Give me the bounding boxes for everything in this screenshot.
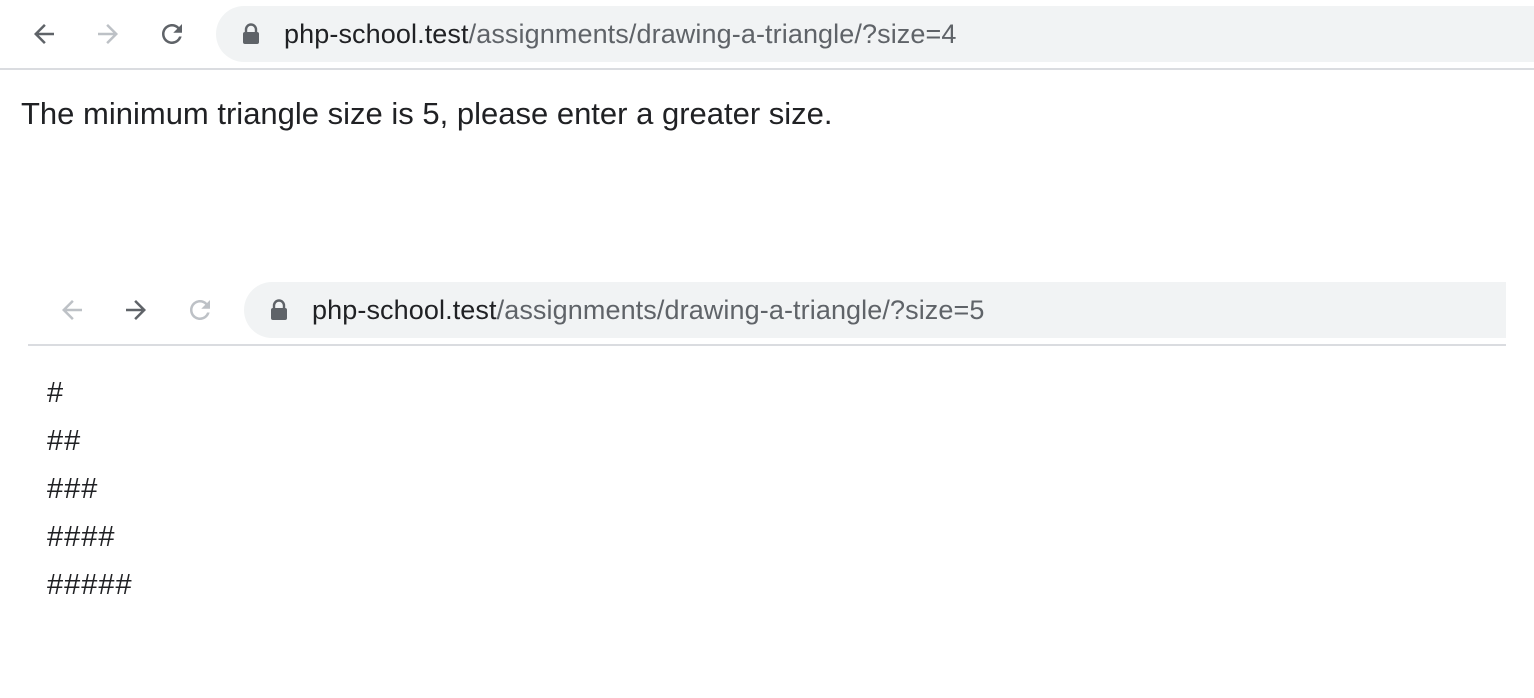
- url-text: php-school.test/assignments/drawing-a-tr…: [312, 295, 985, 326]
- triangle-row: ##: [47, 425, 82, 457]
- url-host: php-school.test: [284, 18, 469, 49]
- triangle-row: ###: [47, 473, 99, 505]
- url-host: php-school.test: [312, 294, 497, 325]
- browser-toolbar: php-school.test/assignments/drawing-a-tr…: [28, 276, 1506, 346]
- browser-toolbar: php-school.test/assignments/drawing-a-tr…: [0, 0, 1534, 70]
- reload-icon: [162, 24, 182, 44]
- arrow-left-icon: [34, 24, 54, 44]
- arrow-right-icon: [98, 24, 118, 44]
- triangle-row: #: [47, 377, 65, 409]
- triangle-row: ####: [47, 521, 116, 553]
- forward-button[interactable]: [120, 292, 152, 328]
- arrow-left-icon: [62, 300, 82, 320]
- reload-button[interactable]: [184, 292, 216, 328]
- reload-button[interactable]: [156, 16, 188, 52]
- forward-button[interactable]: [92, 16, 124, 52]
- url-path: /assignments/drawing-a-triangle/?size=4: [468, 18, 957, 49]
- browser-window-2: php-school.test/assignments/drawing-a-tr…: [28, 276, 1506, 346]
- browser-window-1: php-school.test/assignments/drawing-a-tr…: [0, 0, 1534, 70]
- back-button[interactable]: [28, 16, 60, 52]
- address-bar[interactable]: php-school.test/assignments/drawing-a-tr…: [216, 6, 1534, 62]
- reload-icon: [190, 300, 210, 320]
- arrow-right-icon: [126, 300, 146, 320]
- lock-icon: [243, 23, 259, 44]
- url-path: /assignments/drawing-a-triangle/?size=5: [496, 294, 985, 325]
- url-text: php-school.test/assignments/drawing-a-tr…: [284, 19, 957, 50]
- triangle-row: #####: [47, 569, 133, 601]
- back-button[interactable]: [56, 292, 88, 328]
- lock-icon: [271, 299, 287, 320]
- address-bar[interactable]: php-school.test/assignments/drawing-a-tr…: [244, 282, 1506, 338]
- triangle-output: # ## ### #### #####: [47, 376, 133, 616]
- error-message: The minimum triangle size is 5, please e…: [21, 96, 833, 131]
